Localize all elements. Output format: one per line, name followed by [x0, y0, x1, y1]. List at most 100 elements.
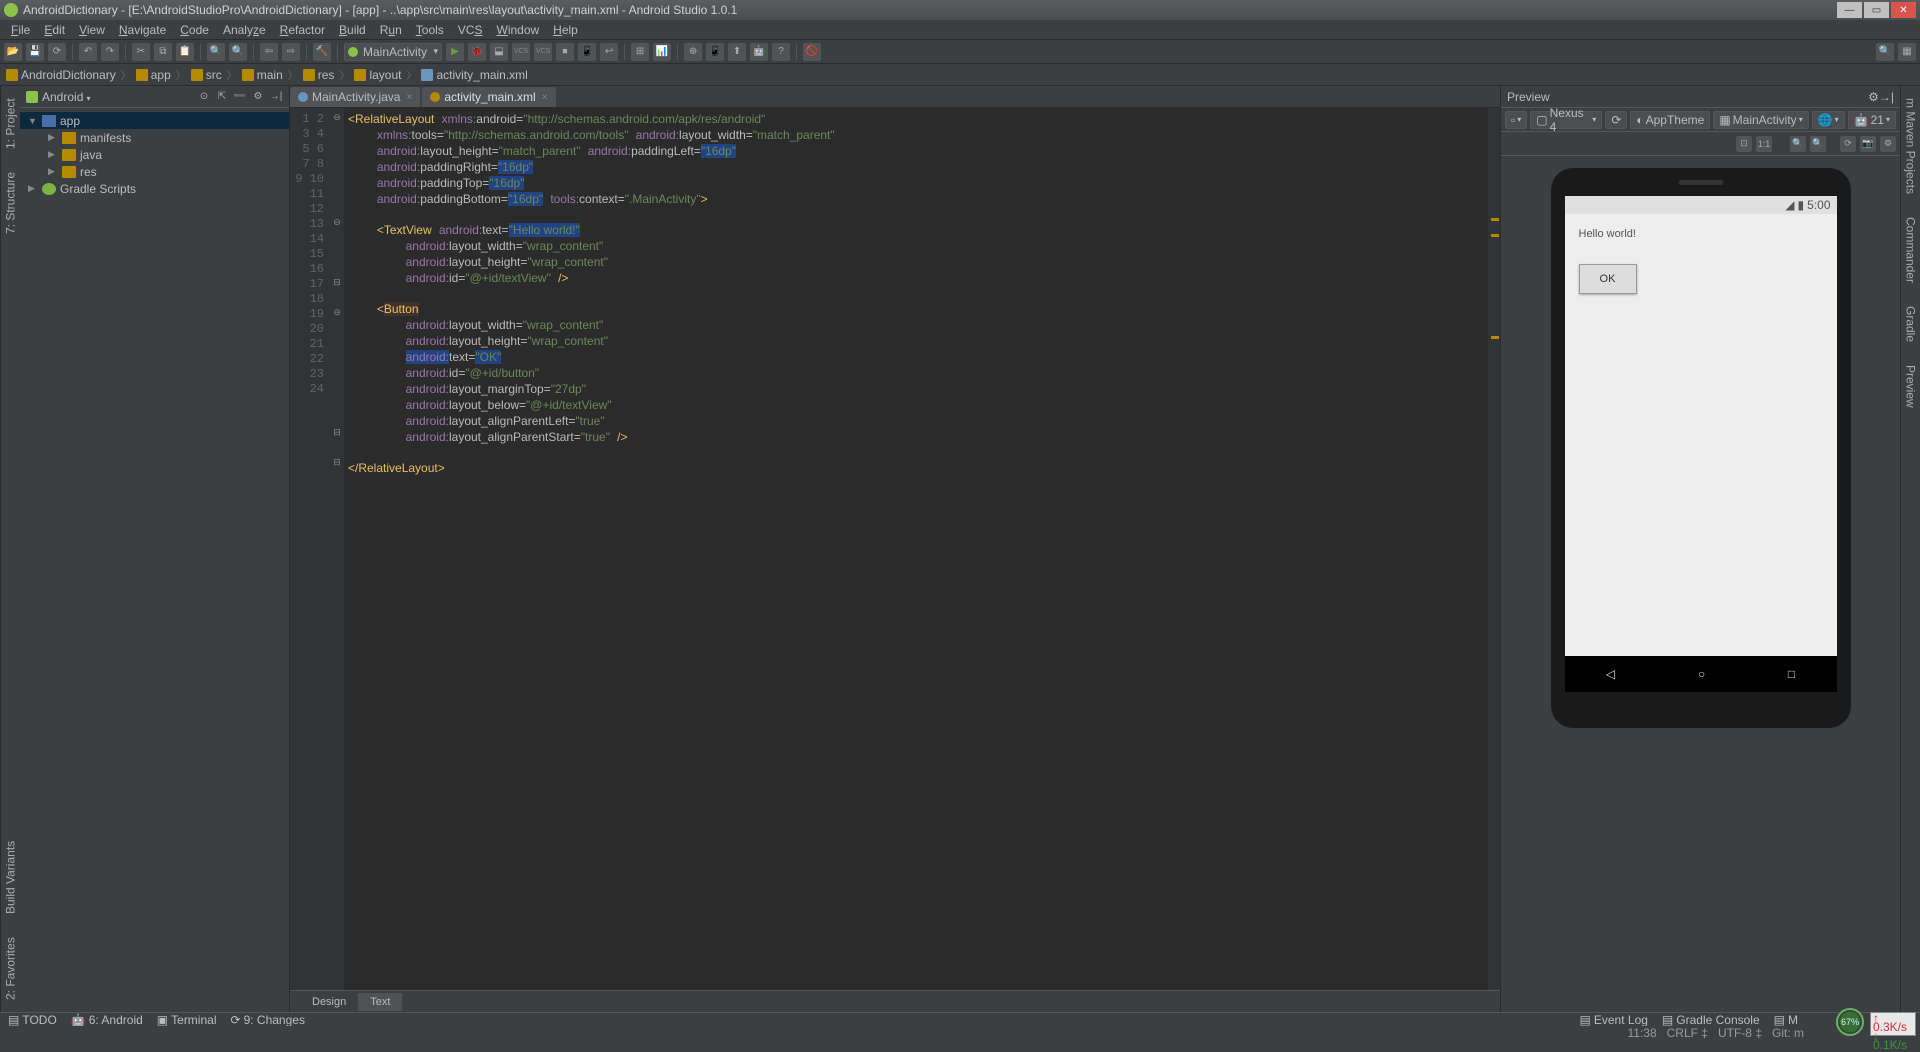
- make-icon[interactable]: 🔨: [313, 43, 331, 61]
- replace-icon[interactable]: 🔍: [229, 43, 247, 61]
- project-view-mode[interactable]: Android ▾: [42, 90, 193, 104]
- device-dropdown[interactable]: ▢ Nexus 4▾: [1530, 111, 1602, 129]
- find-icon[interactable]: 🔍: [207, 43, 225, 61]
- recent-nav-icon[interactable]: □: [1788, 667, 1795, 681]
- crumb-main[interactable]: main: [242, 68, 283, 82]
- tree-gradle[interactable]: ▶Gradle Scripts: [20, 180, 289, 197]
- android-icon[interactable]: 🤖: [750, 43, 768, 61]
- zoom-fit-icon[interactable]: ⊡: [1736, 136, 1752, 152]
- favorites-tab[interactable]: 2: Favorites: [3, 933, 19, 1004]
- close-tab-icon[interactable]: ×: [542, 92, 548, 103]
- memory-tool[interactable]: ▤ M: [1774, 1013, 1798, 1027]
- api-dropdown[interactable]: 🤖 21▾: [1848, 111, 1896, 129]
- monitor-icon[interactable]: 📊: [653, 43, 671, 61]
- menu-navigate[interactable]: Navigate: [112, 23, 173, 37]
- attach-icon[interactable]: ⬓: [490, 43, 508, 61]
- git-branch[interactable]: Git: m: [1772, 1026, 1804, 1040]
- zoom-in-icon[interactable]: 🔍: [1790, 136, 1806, 152]
- sync-icon[interactable]: ⟳: [48, 43, 66, 61]
- run-config-dropdown[interactable]: MainActivity: [344, 43, 442, 61]
- gradle-tab[interactable]: Gradle: [1903, 302, 1919, 346]
- stop-icon[interactable]: ⏹: [556, 43, 574, 61]
- menu-edit[interactable]: Edit: [37, 23, 72, 37]
- vcs-commit-icon[interactable]: VCS: [534, 43, 552, 61]
- terminal-tool[interactable]: ▣ Terminal: [157, 1013, 217, 1027]
- menu-analyze[interactable]: Analyze: [216, 23, 273, 37]
- save-icon[interactable]: 💾: [26, 43, 44, 61]
- tab-activity-main[interactable]: activity_main.xml×: [422, 87, 556, 107]
- design-tab[interactable]: Design: [300, 993, 358, 1011]
- close-tab-icon[interactable]: ×: [406, 92, 412, 103]
- undo-icon[interactable]: ↶: [79, 43, 97, 61]
- sync-gradle-icon[interactable]: ⊕: [684, 43, 702, 61]
- crumb-file[interactable]: activity_main.xml: [421, 68, 527, 82]
- run-icon[interactable]: ▶: [446, 43, 464, 61]
- code-content[interactable]: <RelativeLayout xmlns:android="http://sc…: [344, 108, 1488, 990]
- crumb-src[interactable]: src: [191, 68, 222, 82]
- open-icon[interactable]: 📂: [4, 43, 22, 61]
- settings-icon[interactable]: ⚙: [1880, 136, 1896, 152]
- ok-button[interactable]: OK: [1579, 264, 1637, 294]
- back-icon[interactable]: ⇦: [260, 43, 278, 61]
- orientation-icon[interactable]: ⟳: [1605, 111, 1627, 129]
- zoom-actual-icon[interactable]: 1:1: [1756, 136, 1772, 152]
- line-separator[interactable]: CRLF ‡: [1667, 1026, 1708, 1040]
- menu-vcs[interactable]: VCS: [451, 23, 490, 37]
- menu-view[interactable]: View: [72, 23, 112, 37]
- crumb-app[interactable]: app: [136, 68, 171, 82]
- locale-icon[interactable]: 🌐▾: [1812, 111, 1845, 129]
- commander-tab[interactable]: Commander: [1903, 213, 1919, 287]
- tab-mainactivity[interactable]: MainActivity.java×: [290, 87, 421, 107]
- tree-java[interactable]: ▶java: [20, 146, 289, 163]
- vcs-update-icon[interactable]: VCS: [512, 43, 530, 61]
- zoom-out-icon[interactable]: 🔍: [1810, 136, 1826, 152]
- device-screen[interactable]: ◢ ▮ 5:00 Hello world! OK ◁ ○ □: [1565, 196, 1837, 692]
- text-tab[interactable]: Text: [358, 993, 402, 1011]
- redo-icon[interactable]: ↷: [101, 43, 119, 61]
- todo-tool[interactable]: ▤ TODO: [8, 1013, 57, 1027]
- maven-tab[interactable]: m Maven Projects: [1903, 94, 1919, 198]
- tree-res[interactable]: ▶res: [20, 163, 289, 180]
- crumb-res[interactable]: res: [303, 68, 335, 82]
- revert-icon[interactable]: ↩: [600, 43, 618, 61]
- encoding[interactable]: UTF-8 ‡: [1718, 1026, 1762, 1040]
- close-button[interactable]: ✕: [1891, 2, 1916, 18]
- device-icon[interactable]: 📱: [706, 43, 724, 61]
- copy-icon[interactable]: ⧉: [154, 43, 172, 61]
- cursor-position[interactable]: 11:38: [1627, 1026, 1656, 1040]
- screenshot-icon[interactable]: 📷: [1860, 136, 1876, 152]
- collapse-all-icon[interactable]: ⇱: [215, 90, 229, 104]
- tree-manifests[interactable]: ▶manifests: [20, 129, 289, 146]
- setting-icon[interactable]: ⬆: [728, 43, 746, 61]
- activity-dropdown[interactable]: ▦ MainActivity▾: [1713, 111, 1808, 129]
- menu-file[interactable]: File: [4, 23, 37, 37]
- changes-tool[interactable]: ⟳ 9: Changes: [231, 1013, 305, 1027]
- home-nav-icon[interactable]: ○: [1698, 667, 1705, 681]
- toolwindows-icon[interactable]: ▦: [1898, 43, 1916, 61]
- menu-run[interactable]: Run: [373, 23, 409, 37]
- gear-icon[interactable]: ⚙: [251, 90, 265, 104]
- search-everywhere-icon[interactable]: 🔍: [1876, 43, 1894, 61]
- code-editor[interactable]: 1 2 3 4 5 6 7 8 9 10 11 12 13 14 15 16 1…: [290, 108, 1500, 990]
- refresh-icon[interactable]: ⟳: [1840, 136, 1856, 152]
- hide-icon[interactable]: ➖: [233, 90, 247, 104]
- menu-code[interactable]: Code: [173, 23, 216, 37]
- crumb-project[interactable]: AndroidDictionary: [6, 68, 116, 82]
- preview-hide-icon[interactable]: →|: [1879, 90, 1894, 104]
- menu-window[interactable]: Window: [489, 23, 546, 37]
- device-selector[interactable]: ▫▾: [1505, 111, 1527, 129]
- paste-icon[interactable]: 📋: [176, 43, 194, 61]
- sdk-icon[interactable]: ⊞: [631, 43, 649, 61]
- menu-help[interactable]: Help: [546, 23, 585, 37]
- cut-icon[interactable]: ✂: [132, 43, 150, 61]
- menu-refactor[interactable]: Refactor: [273, 23, 332, 37]
- error-stripe[interactable]: [1488, 108, 1500, 990]
- scroll-from-source-icon[interactable]: ⊙: [197, 90, 211, 104]
- theme-dropdown[interactable]: ◐ AppTheme: [1630, 111, 1710, 129]
- preview-side-tab[interactable]: Preview: [1903, 361, 1919, 412]
- hide-panel-icon[interactable]: →|: [269, 90, 283, 104]
- minimize-button[interactable]: —: [1837, 2, 1862, 18]
- gradle-console-tool[interactable]: ▤ Gradle Console: [1662, 1013, 1760, 1027]
- tree-app[interactable]: ▼app: [20, 112, 289, 129]
- memory-indicator[interactable]: 67%: [1836, 1008, 1864, 1036]
